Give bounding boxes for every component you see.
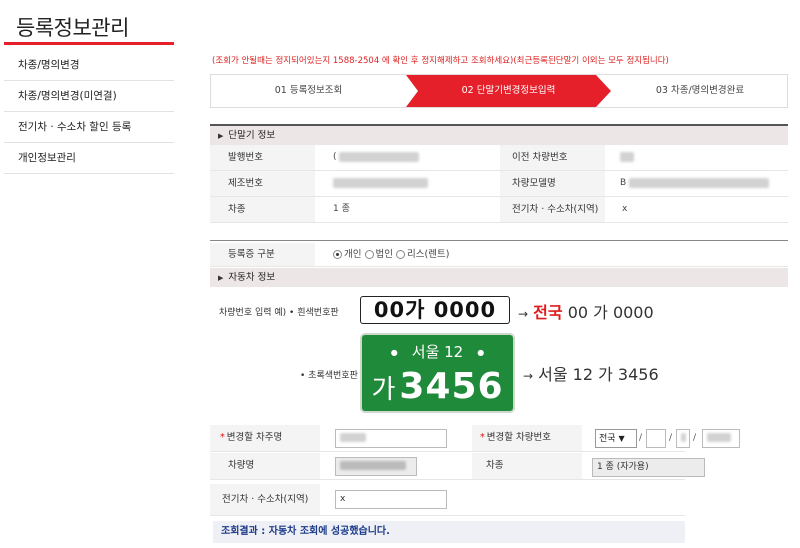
step-1: 01 등록정보조회 <box>274 85 343 96</box>
section-divider <box>210 240 788 241</box>
redacted-block <box>340 461 406 470</box>
green-plate-example: ● 서울 12 ● 가3456 <box>360 333 515 413</box>
plate-label: * 변경할 차량번호 <box>480 432 551 443</box>
radio-lease-label: 리스(렌트) <box>407 249 450 260</box>
issue-no-value: ( <box>333 145 420 170</box>
registration-label: 등록증 구분 <box>228 249 275 260</box>
green-plate-ga: 가 <box>371 375 397 405</box>
notice-text: (조회가 안될때는 정지되어있는지 1588-2504 에 확인 후 정지해제하… <box>212 56 669 66</box>
label-cell-bg <box>210 197 315 222</box>
terminal-row-1: 발행번호 ( 이전 차량번호 <box>210 145 788 171</box>
class-label: 차종 <box>228 204 246 215</box>
bolt-dot-icon: ● <box>477 348 485 357</box>
page-root: 등록정보관리 차종/명의변경 차종/명의변경(미연결) 전기차 · 수소차 할인… <box>0 0 800 548</box>
vehicle-section-heading: ▶ 자동차 정보 <box>210 268 788 287</box>
form-ev-label: 전기차 · 수소차(지역) <box>222 494 309 505</box>
owner-name-input[interactable] <box>335 429 447 448</box>
radio-personal-label: 개인 <box>344 249 362 260</box>
model-value: B <box>620 171 770 196</box>
redacted-block <box>333 177 428 188</box>
triangle-right-icon: ▶ <box>218 132 224 140</box>
prev-plate-value <box>620 145 634 170</box>
redacted-block <box>620 151 634 162</box>
white-plate-number: 00 가 0000 <box>562 303 654 322</box>
sidebar-title-underline <box>4 42 174 45</box>
white-plate-example: 00가 0000 <box>360 296 510 324</box>
green-plate-top: ● 서울 12 ● <box>362 341 513 362</box>
chevron-down-icon: ▼ <box>618 434 625 443</box>
bolt-dot-icon: ● <box>390 348 398 357</box>
vehicle-heading-text: 자동차 정보 <box>228 272 276 283</box>
plate-digits-input[interactable] <box>646 429 666 448</box>
ev-label: 전기차 · 수소차(지역) <box>512 204 599 215</box>
terminal-section-heading: ▶ 단말기 정보 <box>210 126 788 145</box>
white-plate-region: 전국 <box>533 303 563 322</box>
redacted-block <box>340 433 366 442</box>
registration-options: 개인 법인 리스(렌트) <box>333 243 449 266</box>
sidebar-item-vehicle-owner-change-unlinked[interactable]: 차종/명의변경(미연결) <box>4 81 174 112</box>
triangle-right-icon: ▶ <box>218 274 224 282</box>
redacted-block <box>629 177 770 188</box>
radio-personal[interactable]: 개인 <box>333 249 361 260</box>
plate-char-input[interactable] <box>676 429 690 448</box>
car-class-field: 1 종 (자가용) <box>592 458 705 477</box>
form-row-ev: 전기차 · 수소차(지역) x <box>210 484 685 516</box>
step-indicator: 01 등록정보조회 02 단말기변경정보입력 03 차종/명의변경완료 <box>210 74 788 108</box>
class-value: 1 종 <box>333 204 350 214</box>
slash-separator: / <box>639 433 643 443</box>
owner-label: * 변경할 차주명 <box>220 432 283 443</box>
sidebar-title: 등록정보관리 <box>16 16 129 40</box>
maker-no-value <box>333 171 428 196</box>
white-plate-result: → 전국 00 가 0000 <box>518 303 654 322</box>
plate-example-label: 차량번호 입력 예) • 흰색번호판 <box>219 308 339 318</box>
radio-lease[interactable]: 리스(렌트) <box>396 249 449 260</box>
redacted-block <box>681 433 686 442</box>
sidebar-item-vehicle-owner-change[interactable]: 차종/명의변경 <box>4 50 174 81</box>
lookup-result-message: 조회결과 : 자동차 조회에 성공했습니다. <box>213 521 685 543</box>
green-plate-result-text: 서울 12 가 3456 <box>538 365 659 384</box>
region-select-value: 전국 <box>599 434 616 444</box>
slash-separator: / <box>693 433 697 443</box>
maker-no-label: 제조번호 <box>228 178 263 189</box>
step-3: 03 차종/명의변경완료 <box>655 85 745 96</box>
terminal-row-3: 차종 1 종 전기차 · 수소차(지역) x <box>210 197 788 223</box>
form-row-owner-plate: * 변경할 차주명 * 변경할 차량번호 전국 ▼ / / <box>210 425 690 452</box>
green-plate-number: 3456 <box>399 366 504 407</box>
radio-personal-circle[interactable] <box>333 250 342 259</box>
green-plate-label: • 초록색번호판 <box>300 371 358 381</box>
plate-number-input[interactable] <box>702 429 740 448</box>
slash-separator: / <box>669 433 673 443</box>
issue-no-label: 발행번호 <box>228 152 263 163</box>
car-name-label: 차량명 <box>228 460 255 471</box>
green-plate-region: 서울 12 <box>411 343 464 361</box>
terminal-heading-text: 단말기 정보 <box>228 130 276 141</box>
terminal-row-2: 제조번호 차량모델명 B <box>210 171 788 197</box>
ev-value: x <box>622 204 628 214</box>
radio-corporate-circle[interactable] <box>364 250 374 259</box>
radio-lease-circle[interactable] <box>396 250 406 259</box>
sidebar: 등록정보관리 차종/명의변경 차종/명의변경(미연결) 전기차 · 수소차 할인… <box>0 0 176 548</box>
redacted-block <box>707 433 731 442</box>
region-select[interactable]: 전국 ▼ <box>595 429 637 448</box>
label-cell-bg <box>210 453 320 479</box>
car-name-field <box>335 457 417 476</box>
step-2-label: 02 단말기변경정보입력 <box>461 85 556 96</box>
step-2-active: 02 단말기변경정보입력 <box>406 75 611 107</box>
redacted-block <box>339 151 420 162</box>
green-plate-result: → 서울 12 가 3456 <box>523 365 659 384</box>
ev-region-input[interactable]: x <box>335 490 447 509</box>
registration-row: 등록증 구분 개인 법인 리스(렌트) <box>210 243 788 267</box>
sidebar-item-ev-discount[interactable]: 전기차 · 수소차 할인 등록 <box>4 112 174 143</box>
radio-corporate-label: 법인 <box>375 249 393 260</box>
model-label: 차량모델명 <box>512 178 556 189</box>
sidebar-item-personal-info[interactable]: 개인정보관리 <box>4 143 174 174</box>
green-plate-bottom: 가3456 <box>362 367 513 410</box>
prev-plate-label: 이전 차량번호 <box>512 152 568 163</box>
car-class-label: 차종 <box>486 460 504 471</box>
radio-corporate[interactable]: 법인 <box>364 249 393 260</box>
